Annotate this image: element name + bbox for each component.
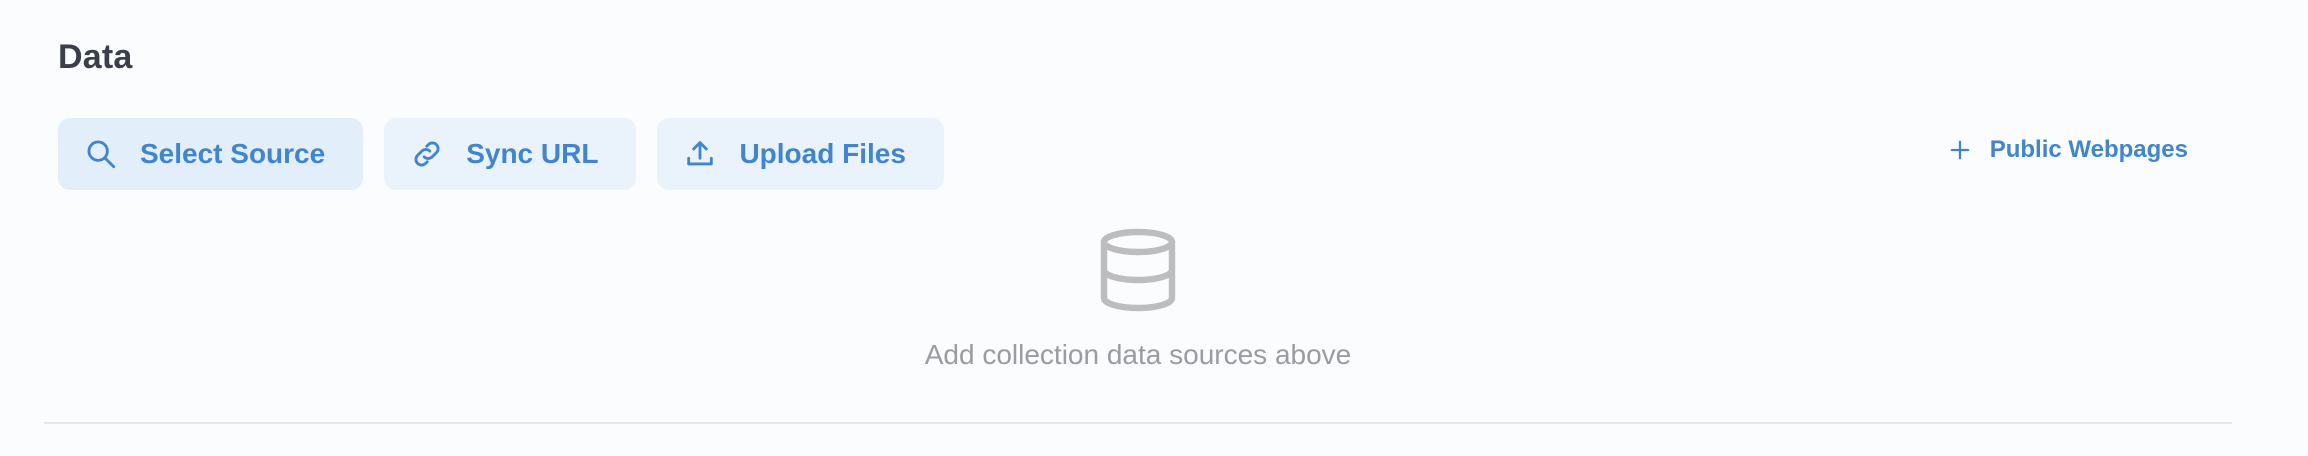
- select-source-button[interactable]: Select Source: [58, 118, 364, 190]
- database-icon: [1098, 228, 1178, 317]
- public-webpages-link[interactable]: Public Webpages: [1946, 136, 2188, 164]
- data-panel: Data Select Source Sync URL Upload Files…: [0, 0, 2308, 456]
- select-source-label: Select Source: [140, 138, 326, 169]
- section-title: Data: [58, 38, 133, 76]
- plus-icon: [1946, 136, 1974, 164]
- divider: [44, 422, 2232, 424]
- sync-url-button[interactable]: Sync URL: [384, 118, 637, 190]
- upload-files-button[interactable]: Upload Files: [657, 118, 944, 190]
- source-toolbar: Select Source Sync URL Upload Files: [58, 118, 944, 190]
- public-webpages-label: Public Webpages: [1989, 136, 2188, 163]
- empty-state-message: Add collection data sources above: [924, 339, 1352, 370]
- upload-files-label: Upload Files: [739, 138, 906, 169]
- sync-url-label: Sync URL: [466, 138, 599, 169]
- empty-state: Add collection data sources above: [0, 228, 2276, 371]
- upload-icon: [683, 137, 717, 171]
- link-icon: [410, 137, 444, 171]
- search-icon: [84, 137, 118, 171]
